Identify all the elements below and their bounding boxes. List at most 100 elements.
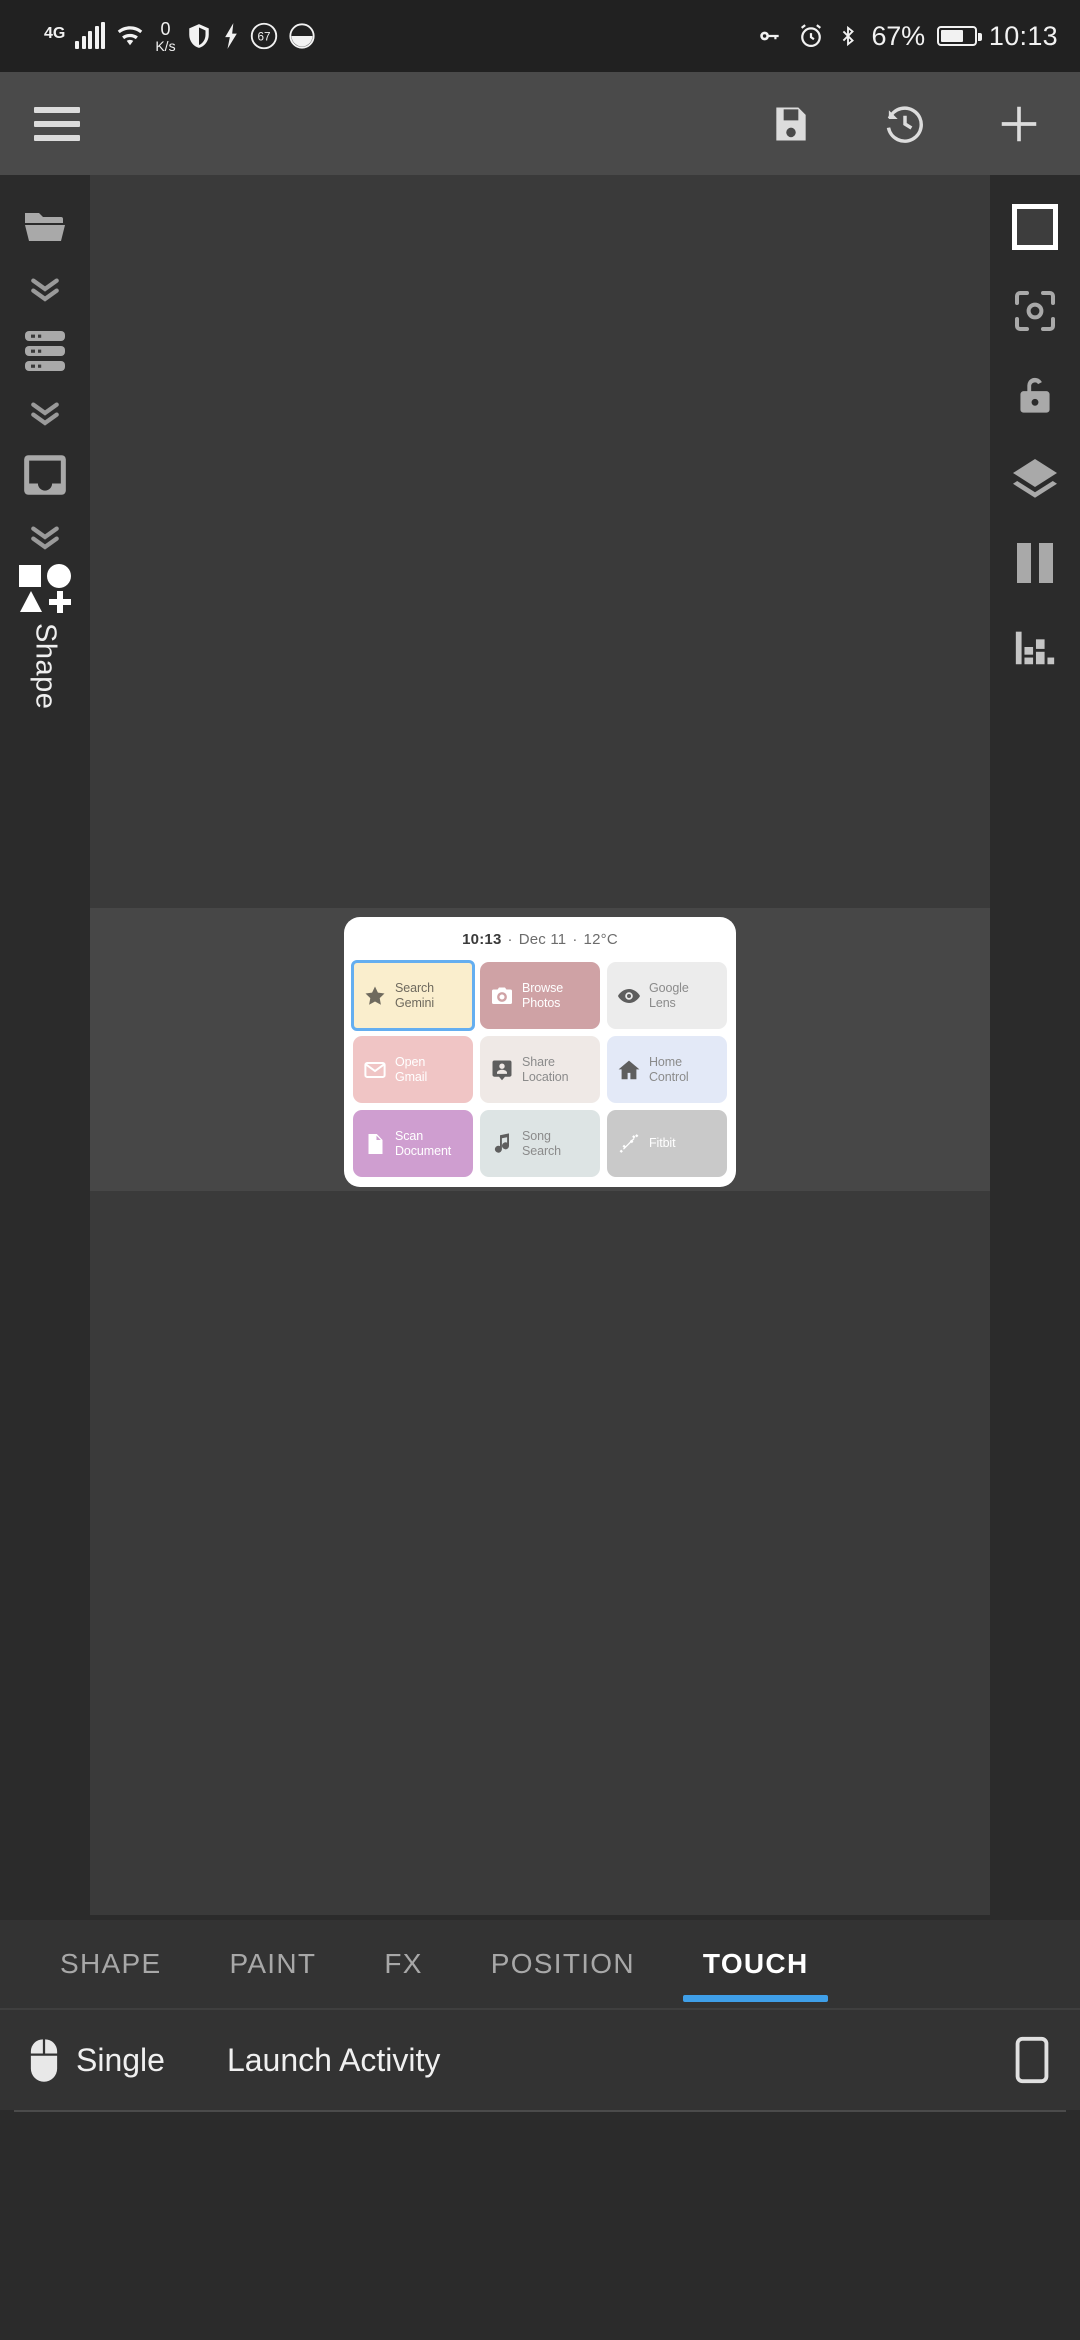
alarm-clock-icon (797, 22, 825, 50)
status-bar: 4G 0 K/s 67 67% 10:13 (0, 0, 1080, 72)
expand-chevron-2-icon[interactable] (0, 393, 90, 433)
tab-position[interactable]: POSITION (457, 1920, 669, 2008)
data-rate-indicator: 0 K/s (155, 20, 175, 53)
moon-icon (288, 22, 316, 50)
battery-percent-label: 67% (871, 20, 925, 51)
sidebar-item-select-square[interactable] (990, 185, 1080, 269)
shield-icon (186, 22, 212, 50)
touch-action-row: Single Launch Activity (0, 2010, 1080, 2110)
tab-fx[interactable]: FX (350, 1920, 456, 2008)
widget-tile[interactable]: Song Search (480, 1110, 600, 1177)
widget-tile-label-line1: Share (522, 1054, 555, 1069)
widget-tile-label: Scan Document (395, 1129, 451, 1159)
widget-tile[interactable]: Google Lens (607, 962, 727, 1029)
square-outline-icon (1012, 204, 1058, 250)
widget-tile[interactable]: Home Control (607, 1036, 727, 1103)
workspace: 10:13 · Dec 11 · 12°C Search Gemini Browse… (0, 175, 1080, 1920)
widget-preview-card[interactable]: 10:13 · Dec 11 · 12°C Search Gemini Browse… (344, 917, 736, 1187)
widget-tile-label-line1: Google (649, 980, 689, 995)
document-icon (362, 1131, 388, 1157)
sidebar-item-lock-toggle[interactable] (990, 353, 1080, 437)
tab-touch[interactable]: TOUCH (669, 1920, 843, 2008)
eye-icon (616, 983, 642, 1009)
widget-tile-label-line1: Browse (522, 980, 564, 995)
tab-shape[interactable]: SHAPE (26, 1920, 195, 2008)
widget-tile-label-line2: Control (649, 1069, 689, 1084)
widget-tile-label-line1: Home (649, 1054, 682, 1069)
widget-header: 10:13 · Dec 11 · 12°C (353, 917, 727, 962)
app-root: 4G 0 K/s 67 67% 10:13 10:13 · Dec 11 · 1… (0, 0, 1080, 2340)
music-note-icon (489, 1131, 515, 1157)
star-icon (362, 983, 388, 1009)
widget-tile-label-line1: Fitbit (649, 1136, 676, 1151)
envelope-icon (362, 1057, 388, 1083)
sidebar-item-add-shape[interactable] (0, 557, 90, 621)
expand-chevron-1-icon[interactable] (0, 269, 90, 309)
footer-area (0, 2112, 1080, 2340)
vpn-key-icon (755, 23, 785, 49)
widget-tile[interactable]: Share Location (480, 1036, 600, 1103)
battery-icon (936, 26, 982, 46)
widget-time: 10:13 (462, 931, 502, 948)
widget-tile[interactable]: Fitbit (607, 1110, 727, 1177)
status-bar-left: 4G 0 K/s 67 (44, 20, 316, 53)
svg-text:67: 67 (257, 31, 270, 44)
sidebar-item-focus-target[interactable] (990, 269, 1080, 353)
widget-tile-label: Browse Photos (522, 981, 563, 1011)
status-clock: 10:13 (988, 20, 1058, 51)
toolbar-actions (764, 97, 1046, 151)
status-bar-right: 67% 10:13 (755, 21, 1058, 52)
widget-tile-label: Home Control (649, 1055, 689, 1085)
expand-chevron-3-icon[interactable] (0, 517, 90, 557)
left-tool-rail: Shape (0, 175, 90, 1915)
left-rail-label: Shape (29, 623, 62, 710)
widget-tile[interactable]: Open Gmail (353, 1036, 473, 1103)
floppy-disk-save-icon[interactable] (764, 97, 818, 151)
mouse-click-icon (26, 2035, 62, 2085)
phone-outline-icon[interactable] (1010, 2034, 1054, 2086)
sidebar-item-open-folder[interactable] (0, 185, 90, 269)
widget-tile-label-line1: Song (522, 1128, 551, 1143)
widget-tile-label: Share Location (522, 1054, 569, 1085)
right-tool-rail (990, 175, 1080, 1915)
circle-badge-icon: 67 (250, 22, 278, 50)
camera-icon (489, 983, 515, 1009)
widget-sep-2: · (572, 931, 578, 948)
widget-tile-label-line2: Lens (649, 995, 676, 1010)
bottom-tab-bar: SHAPE PAINT FX POSITION TOUCH (0, 1920, 1080, 2008)
tab-paint[interactable]: PAINT (195, 1920, 350, 2008)
plus-add-icon[interactable] (992, 97, 1046, 151)
bluetooth-icon (837, 22, 859, 50)
sidebar-item-pause[interactable] (990, 521, 1080, 605)
sidebar-item-stats[interactable] (990, 605, 1080, 689)
widget-tile[interactable]: Scan Document (353, 1110, 473, 1177)
widget-sep-1: · (507, 931, 513, 948)
widget-tile-label-line2: Search (522, 1143, 562, 1158)
data-rate-value: 0 (160, 18, 171, 39)
wifi-icon (115, 23, 145, 49)
lightning-bolt-icon (222, 22, 240, 50)
data-rate-unit: K/s (155, 37, 176, 54)
history-restore-icon[interactable] (878, 97, 932, 151)
action-label[interactable]: Launch Activity (227, 2042, 1010, 2079)
sidebar-item-canvas-frame[interactable] (0, 433, 90, 517)
widget-tile-label: Google Lens (649, 981, 689, 1011)
widget-tile-label-line1: Open (395, 1054, 426, 1069)
widget-temperature: 12°C (583, 931, 618, 948)
app-toolbar (0, 72, 1080, 175)
sidebar-item-layers[interactable] (990, 437, 1080, 521)
sidebar-item-layers-list[interactable] (0, 309, 90, 393)
dumbbell-icon (616, 1131, 642, 1157)
widget-tile[interactable]: Search Gemini (351, 960, 475, 1031)
widget-tile-label-line1: Scan (395, 1128, 424, 1143)
widget-date: Dec 11 (518, 931, 567, 948)
home-icon (616, 1057, 642, 1083)
widget-tile-label: Fitbit (649, 1136, 676, 1151)
design-canvas[interactable]: 10:13 · Dec 11 · 12°C Search Gemini Browse… (90, 175, 990, 1915)
widget-tile-label-line2: Location (522, 1069, 569, 1084)
widget-tile-label-line1: Search (395, 980, 435, 995)
widget-tile-label-line2: Gmail (395, 1069, 428, 1084)
widget-tile-label: Open Gmail (395, 1055, 427, 1085)
widget-tile[interactable]: Browse Photos (480, 962, 600, 1029)
hamburger-menu-icon[interactable] (34, 106, 80, 141)
